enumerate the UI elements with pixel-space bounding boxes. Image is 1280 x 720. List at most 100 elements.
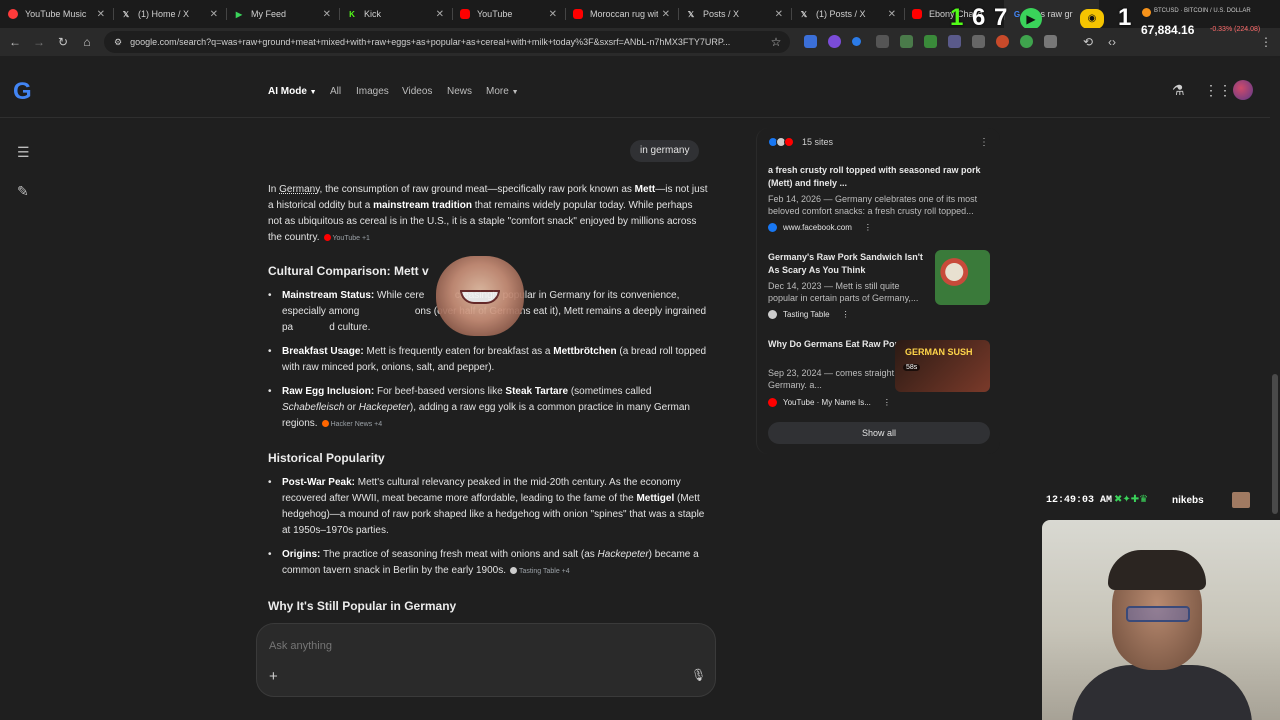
bitcoin-icon xyxy=(1142,8,1151,17)
x-icon: 𝕏 xyxy=(687,9,695,19)
sticker-mouth xyxy=(460,290,500,304)
webcam-feed xyxy=(1042,520,1280,720)
microphone-icon[interactable]: 🎙 xyxy=(691,668,706,682)
history-icon[interactable]: ⟲ xyxy=(1076,30,1100,54)
browser-tab[interactable]: 𝕏 Posts / X ✕ xyxy=(678,0,791,28)
ticker-symbol: BTCUSD · BITCOIN / U.S. DOLLAR xyxy=(1154,8,1251,14)
browser-tab[interactable]: 𝕏 (1) Home / X ✕ xyxy=(113,0,226,28)
source-card-source[interactable]: YouTube · My Name Is... ⋮ xyxy=(768,398,891,407)
face-sticker-overlay xyxy=(436,256,524,336)
extension-icon[interactable] xyxy=(972,35,985,48)
url-field[interactable]: ⚙ google.com/search?q=was+raw+ground+meat… xyxy=(104,31,790,53)
youtube-icon xyxy=(912,9,922,19)
ask-box: + 🎙 xyxy=(256,623,716,697)
extension-icon[interactable] xyxy=(804,35,817,48)
reload-icon[interactable]: ↻ xyxy=(51,30,75,54)
youtube-icon xyxy=(784,137,794,147)
youtube-icon xyxy=(768,398,777,407)
tab-videos[interactable]: Videos xyxy=(402,86,432,97)
address-bar-row: ← → ↻ ⌂ ⚙ google.com/search?q=was+raw+gro… xyxy=(0,28,1280,56)
source-card-title[interactable]: a fresh crusty roll topped with seasoned… xyxy=(768,164,990,190)
intro-paragraph: In Germany, the consumption of raw groun… xyxy=(268,184,708,243)
bullet-list: Post-War Peak: Mett's cultural relevancy… xyxy=(268,475,708,588)
new-chat-icon[interactable]: ✎ xyxy=(17,183,29,200)
close-tab-icon[interactable]: ✕ xyxy=(662,9,670,20)
source-thumbnail[interactable] xyxy=(935,250,990,305)
browser-tab[interactable]: YouTube Music ✕ xyxy=(0,0,113,28)
tasting-table-icon xyxy=(510,567,517,574)
close-tab-icon[interactable]: ✕ xyxy=(549,9,557,20)
page-scrollbar[interactable] xyxy=(1270,58,1280,518)
tab-ai-mode[interactable]: AI Mode ▼ xyxy=(268,86,317,97)
close-tab-icon[interactable]: ✕ xyxy=(436,9,444,20)
extension-icon[interactable] xyxy=(948,35,961,48)
close-tab-icon[interactable]: ✕ xyxy=(323,9,331,20)
badge-icons: ✖✦✚♛ xyxy=(1114,494,1149,505)
close-tab-icon[interactable]: ✕ xyxy=(775,9,783,20)
extension-icon[interactable] xyxy=(1020,35,1033,48)
browser-tab[interactable]: Moroccan rug wit ✕ xyxy=(565,0,678,28)
scrollbar-thumb[interactable] xyxy=(1272,374,1278,514)
add-attachment-icon[interactable]: + xyxy=(269,668,278,685)
tab-more[interactable]: More ▼ xyxy=(486,86,519,97)
source-card-title[interactable]: Germany's Raw Pork Sandwich Isn't As Sca… xyxy=(768,251,928,277)
more-options-icon[interactable]: ⋮ xyxy=(883,398,891,407)
avatar[interactable] xyxy=(1233,80,1253,100)
google-logo[interactable]: G xyxy=(13,80,37,104)
forward-icon[interactable]: → xyxy=(27,30,51,54)
user-query-chip: in germany xyxy=(630,140,700,162)
labs-flask-icon[interactable]: ⚗ xyxy=(1172,82,1185,99)
sources-panel: 15 sites ⋮ a fresh crusty roll topped wi… xyxy=(756,128,1000,454)
more-options-icon[interactable]: ⋮ xyxy=(842,310,850,319)
bookmark-star-icon[interactable]: ☆ xyxy=(764,30,788,54)
more-options-icon[interactable]: ⋮ xyxy=(979,137,989,148)
sources-header[interactable]: 15 sites xyxy=(768,137,833,147)
stream-clock: 12:49:03 AM xyxy=(1046,495,1113,506)
extension-icon[interactable] xyxy=(852,37,861,46)
citation-chip[interactable]: YouTube +1 xyxy=(323,234,370,242)
devtools-icon[interactable]: ‹› xyxy=(1100,30,1124,54)
close-tab-icon[interactable]: ✕ xyxy=(210,9,218,20)
browser-tab[interactable]: K Kick ✕ xyxy=(339,0,452,28)
close-tab-icon[interactable]: ✕ xyxy=(888,9,896,20)
history-list-icon[interactable]: ☰ xyxy=(17,144,30,161)
browser-tab[interactable]: ▶ My Feed ✕ xyxy=(226,0,339,28)
site-info-icon[interactable]: ⚙ xyxy=(114,37,122,48)
tab-images[interactable]: Images xyxy=(356,86,389,97)
back-icon[interactable]: ← xyxy=(3,30,27,54)
youtube-icon xyxy=(460,9,470,19)
extension-icon[interactable] xyxy=(900,35,913,48)
browser-tab[interactable]: 𝕏 (1) Posts / X ✕ xyxy=(791,0,904,28)
tab-all[interactable]: All xyxy=(330,86,341,97)
extension-icon[interactable] xyxy=(876,35,889,48)
handle-avatar xyxy=(1232,492,1250,508)
citation-chip[interactable]: Hacker News +4 xyxy=(321,420,382,428)
source-card-source[interactable]: Tasting Table ⋮ xyxy=(768,310,850,319)
tab-news[interactable]: News xyxy=(447,86,472,97)
x-icon: 𝕏 xyxy=(122,9,130,19)
hacker-news-icon xyxy=(321,420,329,427)
webcam-person-body xyxy=(1072,665,1252,720)
list-item: Post-War Peak: Mett's cultural relevancy… xyxy=(268,475,708,539)
stream-handle: nikebs xyxy=(1172,495,1204,506)
show-all-button[interactable]: Show all xyxy=(768,422,990,444)
play-icon: ▶ xyxy=(1020,8,1042,30)
extension-icon[interactable] xyxy=(924,35,937,48)
home-icon[interactable]: ⌂ xyxy=(75,30,99,54)
webcam-person-hair xyxy=(1108,550,1206,590)
youtube-music-icon xyxy=(8,9,18,19)
extension-icon[interactable] xyxy=(828,35,841,48)
source-card-source[interactable]: www.facebook.com ⋮ xyxy=(768,223,872,232)
section-heading: Why It's Still Popular in Germany xyxy=(268,599,457,613)
extension-icon[interactable] xyxy=(996,35,1009,48)
browser-tab[interactable]: YouTube ✕ xyxy=(452,0,565,28)
more-options-icon[interactable]: ⋮ xyxy=(864,223,872,232)
ask-input[interactable] xyxy=(269,638,569,654)
close-tab-icon[interactable]: ✕ xyxy=(97,9,105,20)
video-thumbnail[interactable]: GERMAN SUSH 58s xyxy=(895,340,990,392)
apps-grid-icon[interactable]: ⋮⋮ xyxy=(1204,82,1232,99)
tasting-table-icon xyxy=(768,310,777,319)
citation-chip[interactable]: Tasting Table +4 xyxy=(510,567,570,575)
list-item: Origins: The practice of seasoning fresh… xyxy=(268,547,708,580)
extensions-puzzle-icon[interactable] xyxy=(1044,35,1057,48)
